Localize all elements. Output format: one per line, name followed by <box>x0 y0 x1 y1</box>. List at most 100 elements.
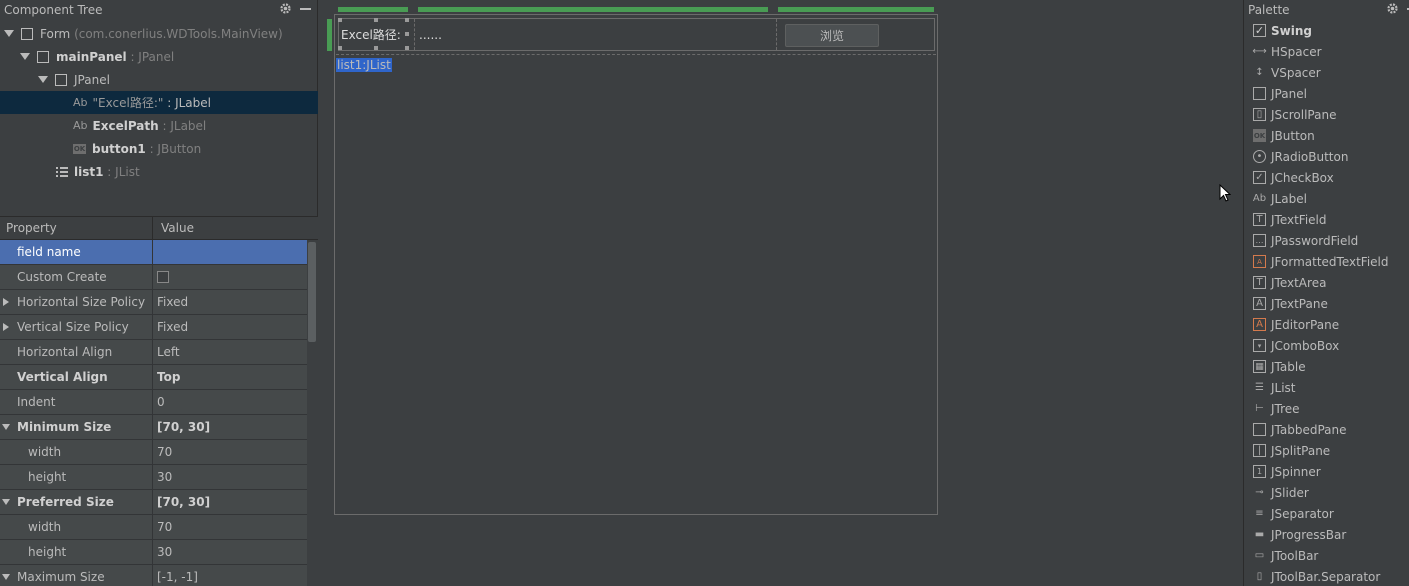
palette-item-jtextpane[interactable]: A JTextPane <box>1244 293 1409 314</box>
property-value[interactable]: 30 <box>153 470 172 484</box>
palette-item-label: JTextField <box>1271 212 1327 227</box>
minimize-icon[interactable] <box>300 8 311 10</box>
property-value[interactable]: Fixed <box>153 320 188 334</box>
property-row[interactable]: Minimum Size [70, 30] <box>0 415 307 440</box>
palette-item-jcombobox[interactable]: ▾ JComboBox <box>1244 335 1409 356</box>
palette-item-jslider[interactable]: ⊸ JSlider <box>1244 482 1409 503</box>
property-value[interactable]: Top <box>153 370 180 384</box>
palette-item-jeditorpane[interactable]: A JEditorPane <box>1244 314 1409 335</box>
palette-item-jtextfield[interactable]: T JTextField <box>1244 209 1409 230</box>
expand-arrow-icon[interactable] <box>20 53 30 60</box>
tree-row-form[interactable]: Form (com.conerlius.WDTools.MainView) <box>0 22 318 45</box>
palette-item-jtoolbar-separator[interactable]: ▯ JToolBar.Separator <box>1244 566 1409 586</box>
property-value[interactable]: 30 <box>153 545 172 559</box>
tree-node-label: "Excel路径:" <box>92 96 164 110</box>
palette-item-jscrollpane[interactable]: ▯ JScrollPane <box>1244 104 1409 125</box>
property-row[interactable]: Maximum Size [-1, -1] <box>0 565 307 586</box>
property-row[interactable]: Horizontal Align Left <box>0 340 307 365</box>
checkbox-checked-icon[interactable]: ✓ <box>1253 24 1266 37</box>
resize-handle[interactable] <box>374 18 378 22</box>
property-row[interactable]: field name <box>0 240 307 265</box>
resize-handle[interactable] <box>405 18 409 22</box>
expand-arrow-icon[interactable] <box>38 76 48 83</box>
palette-item-jpanel[interactable]: JPanel <box>1244 83 1409 104</box>
palette-item-jtable[interactable]: ▦ JTable <box>1244 356 1409 377</box>
browse-button[interactable]: 浏览 <box>785 24 879 47</box>
jsplitpane-icon: | <box>1253 444 1266 457</box>
property-value[interactable]: [70, 30] <box>153 420 210 434</box>
palette-item-jtoolbar[interactable]: ▭ JToolBar <box>1244 545 1409 566</box>
palette-item-jbutton[interactable]: OK JButton <box>1244 125 1409 146</box>
list1-component[interactable]: list1:JList <box>336 58 392 72</box>
main-panel-form[interactable]: Excel路径: ...... 浏览 list1:JList <box>334 14 938 515</box>
property-row[interactable]: width 70 <box>0 515 307 540</box>
resize-handle[interactable] <box>405 46 409 50</box>
resize-handle[interactable] <box>338 46 342 50</box>
palette-item-jprogressbar[interactable]: ▬ JProgressBar <box>1244 524 1409 545</box>
property-scrollbar-thumb[interactable] <box>308 242 316 342</box>
tree-row-list1[interactable]: list1 : JList <box>0 160 318 183</box>
property-row[interactable]: Preferred Size [70, 30] <box>0 490 307 515</box>
property-row[interactable]: Indent 0 <box>0 390 307 415</box>
settings-gear-icon[interactable] <box>279 2 292 15</box>
property-row[interactable]: height 30 <box>0 465 307 490</box>
property-value[interactable] <box>153 271 169 283</box>
resize-handle[interactable] <box>374 46 378 50</box>
property-row[interactable]: Vertical Align Top <box>0 365 307 390</box>
palette-item-label: JToolBar <box>1271 548 1319 563</box>
property-value[interactable]: Left <box>153 345 180 359</box>
property-value[interactable]: Fixed <box>153 295 188 309</box>
resize-handle[interactable] <box>405 32 409 36</box>
palette-group-swing[interactable]: ✓ Swing <box>1244 20 1409 41</box>
property-value[interactable]: 0 <box>153 395 165 409</box>
expand-arrow-icon[interactable] <box>3 298 9 306</box>
property-column-header[interactable]: Property <box>0 217 153 239</box>
property-row[interactable]: Custom Create <box>0 265 307 290</box>
settings-gear-icon[interactable] <box>1386 2 1399 15</box>
column-resize-bar[interactable] <box>418 7 768 12</box>
property-value[interactable]: 70 <box>153 445 172 459</box>
top-row-panel[interactable]: Excel路径: ...... 浏览 <box>338 18 935 51</box>
palette-item-jcheckbox[interactable]: ✓ JCheckBox <box>1244 167 1409 188</box>
resize-handle[interactable] <box>338 18 342 22</box>
property-value[interactable]: [-1, -1] <box>153 570 198 584</box>
property-name: Custom Create <box>0 265 153 289</box>
palette-item-jspinner[interactable]: 1 JSpinner <box>1244 461 1409 482</box>
expand-arrow-icon[interactable] <box>3 323 9 331</box>
palette-item-jlist[interactable]: ☰ JList <box>1244 377 1409 398</box>
expand-arrow-icon[interactable] <box>4 30 14 37</box>
collapse-arrow-icon[interactable] <box>2 574 10 580</box>
property-row[interactable]: Horizontal Size Policy Fixed <box>0 290 307 315</box>
palette-item-jlabel[interactable]: Ab JLabel <box>1244 188 1409 209</box>
palette-item-vspacer[interactable]: ↕ VSpacer <box>1244 62 1409 83</box>
panel-checkbox-icon <box>37 50 49 63</box>
palette-item-jformattedtextfield[interactable]: A JFormattedTextField <box>1244 251 1409 272</box>
tree-row-excel-label[interactable]: Ab "Excel路径:" : JLabel <box>0 91 318 114</box>
tree-row-button1[interactable]: OK button1 : JButton <box>0 137 318 160</box>
palette-item-jtabbedpane[interactable]: JTabbedPane <box>1244 419 1409 440</box>
property-row[interactable]: width 70 <box>0 440 307 465</box>
excel-path-value[interactable]: ...... <box>419 19 442 50</box>
tree-row-mainpanel[interactable]: mainPanel : JPanel <box>0 45 318 68</box>
property-row[interactable]: Vertical Size Policy Fixed <box>0 315 307 340</box>
custom-create-checkbox[interactable] <box>157 271 169 283</box>
palette-item-jsplitpane[interactable]: | JSplitPane <box>1244 440 1409 461</box>
tree-row-excelpath[interactable]: Ab ExcelPath : JLabel <box>0 114 318 137</box>
palette-item-jseparator[interactable]: ≡ JSeparator <box>1244 503 1409 524</box>
property-row[interactable]: height 30 <box>0 540 307 565</box>
collapse-arrow-icon[interactable] <box>2 424 10 430</box>
palette-item-hspacer[interactable]: ⟷ HSpacer <box>1244 41 1409 62</box>
column-resize-bar[interactable] <box>338 7 408 12</box>
palette-item-jpasswordfield[interactable]: … JPasswordField <box>1244 230 1409 251</box>
property-value[interactable]: [70, 30] <box>153 495 210 509</box>
property-name: Vertical Align <box>0 365 153 389</box>
palette-item-jradiobutton[interactable]: • JRadioButton <box>1244 146 1409 167</box>
tree-row-jpanel[interactable]: JPanel <box>0 68 318 91</box>
property-value[interactable]: 70 <box>153 520 172 534</box>
collapse-arrow-icon[interactable] <box>2 499 10 505</box>
value-column-header[interactable]: Value <box>153 221 194 235</box>
palette-item-jtextarea[interactable]: T JTextArea <box>1244 272 1409 293</box>
palette-item-jtree[interactable]: ⊢ JTree <box>1244 398 1409 419</box>
column-resize-bar[interactable] <box>778 7 934 12</box>
row-resize-bar[interactable] <box>327 19 332 51</box>
